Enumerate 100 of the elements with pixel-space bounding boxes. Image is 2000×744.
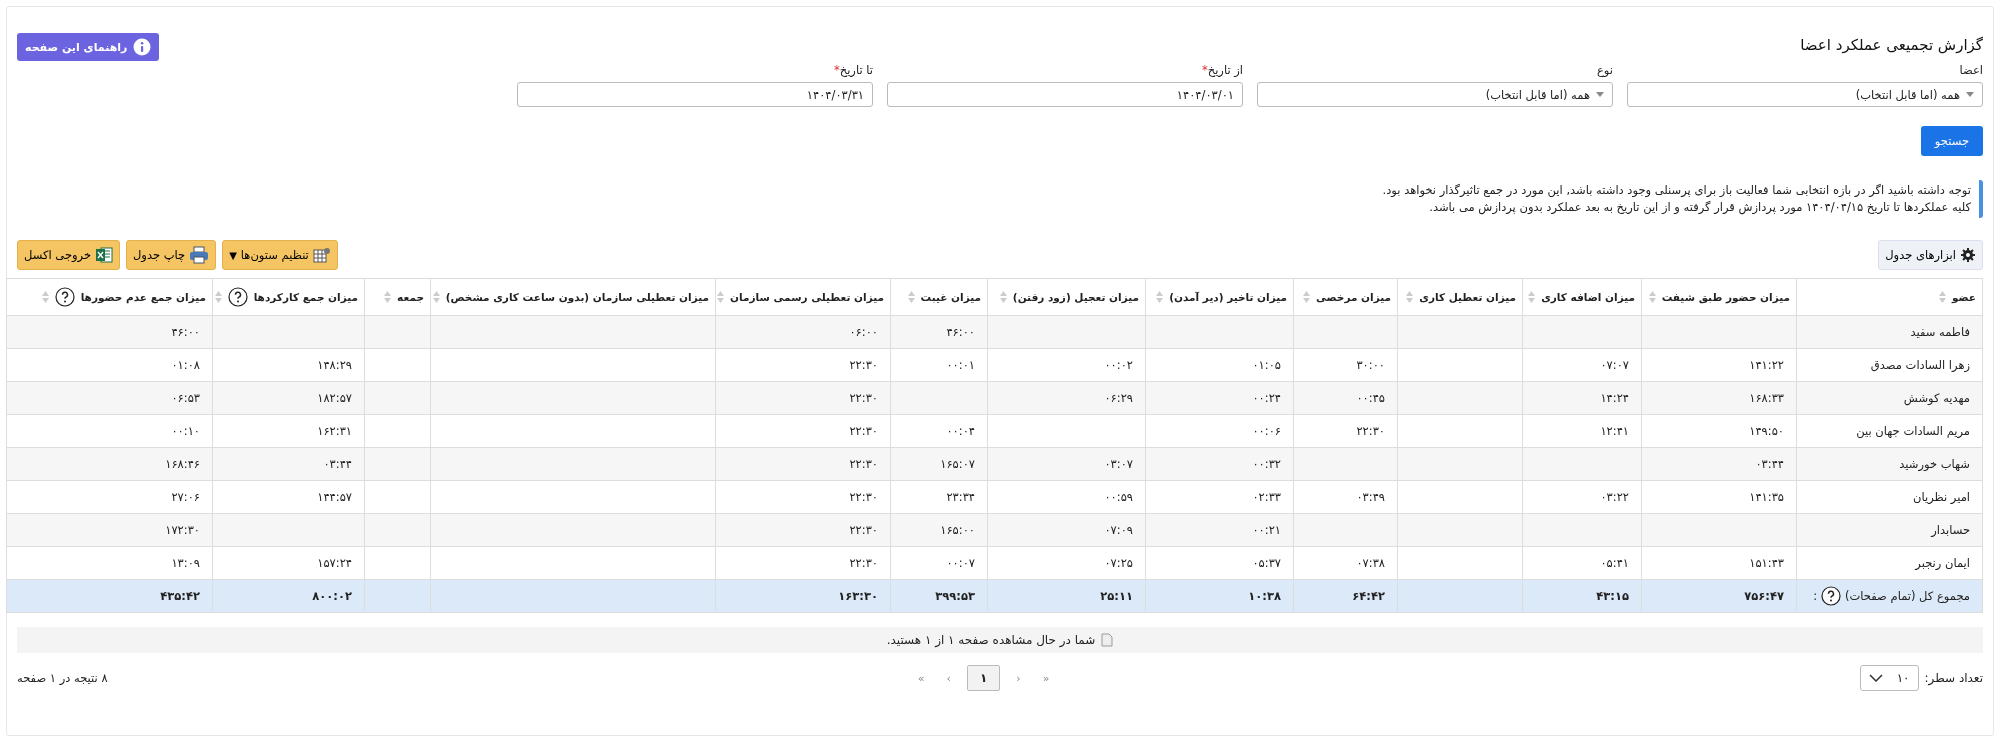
total-cell: ۴۳۵:۴۲ [6,579,213,613]
table-cell: ۴۶:۰۰ [6,315,213,349]
column-header[interactable]: میزان تعطیل کاری [1397,278,1523,316]
table-cell: ۲۲:۳۰ [715,447,891,481]
column-header[interactable]: میزان غیبت [890,278,988,316]
sort-icon [384,290,392,304]
first-page-link[interactable]: « [1036,671,1056,685]
table-cell: ۰۰:۲۴ [1145,381,1294,415]
column-header[interactable]: میزان حضور طبق شیفت [1641,278,1797,316]
table-cell: فاطمه سفید [1796,315,1983,349]
table-cell: ۰۰:۳۲ [1145,447,1294,481]
help-icon[interactable] [1821,586,1842,606]
caret-icon [1596,91,1604,98]
table-cell: ۲۲:۳۰ [715,414,891,448]
table-cell: ۴۶:۰۰ [890,315,988,349]
sort-icon [41,290,49,304]
table-cell: ۰۰:۲۱ [1145,513,1294,547]
column-header[interactable]: میزان تاخیر (دیر آمدن) [1145,278,1294,316]
sort-icon [1406,290,1414,304]
notice-text: توجه داشته باشید اگر در بازه انتخابی شما فعالیت باز برای پرسنلی وجود داشته باشد, این مورد در جمع تاثیرگذار نخواهد بود. [1381,182,1971,199]
column-header[interactable]: جمعه [364,278,431,316]
table-cell: ۰۶:۵۳ [6,381,213,415]
table-cell: ۲۲:۳۰ [715,381,891,415]
search-button[interactable]: جستجو [1920,126,1983,156]
toolbar-button[interactable]: خروجی اکسل [17,240,120,270]
total-cell: ۸۰۰:۰۲ [212,579,365,613]
table-cell: ۰۳:۰۷ [987,447,1146,481]
total-cell: ۱۶۳:۳۰ [715,579,891,613]
table-cell: ۰۰:۰۶ [1145,414,1294,448]
help-icon[interactable] [227,287,248,307]
field-label: از تاریخ* [1200,63,1243,77]
help-icon[interactable] [54,287,75,307]
column-header[interactable]: عضو [1796,278,1983,316]
table-cell: ۱۶۲:۳۱ [212,414,365,448]
colon-text: : [1813,589,1818,603]
select-field[interactable]: همه (اما قابل انتخاب) [1257,82,1613,107]
table-cell: ۱۴۱:۲۲ [1641,348,1797,382]
page-help-button[interactable]: راهنمای این صفحه [17,33,160,61]
column-header[interactable]: میزان مرخصی [1293,278,1398,316]
column-header[interactable]: میزان اضافه کاری [1522,278,1642,316]
table-grid-icon [312,247,331,263]
info-icon [133,38,152,56]
table-cell: شهاب خورشید [1796,447,1983,481]
table-cell: ۰۱:۰۸ [6,348,213,382]
table-cell: ۰۷:۰۷ [1522,348,1642,382]
table-cell: زهرا السادات مصدق [1796,348,1983,382]
document-icon [1101,633,1114,647]
next-page-link[interactable]: › [940,671,957,685]
table-cell: ۰۰:۰۷ [890,546,988,580]
caret-icon [1966,91,1974,98]
table-cell: ۱۳:۰۹ [6,546,213,580]
table-cell: ۱۴۹:۵۰ [1641,414,1797,448]
table-cell: ۰۶:۰۰ [715,315,891,349]
table-cell: ۱۶۵:۰۷ [890,447,988,481]
table-cell: ۰۰:۴۵ [1293,381,1398,415]
last-page-link[interactable]: » [911,671,931,685]
column-header[interactable]: میزان جمع کارکردها [212,278,365,316]
table-cell: ۰۳:۴۴ [1641,447,1797,481]
table-cell: حسابدار [1796,513,1983,547]
table-cell: ۰۳:۴۹ [1293,480,1398,514]
column-header[interactable]: میزان تعجیل (زود رفتن) [987,278,1146,316]
table-cell: ۳۰:۰۰ [1293,348,1398,382]
results-summary: ۸ نتیجه در ۱ صفحه [17,671,108,685]
table-cell: ۰۶:۲۹ [987,381,1146,415]
select-field[interactable]: همه (اما قابل انتخاب) [1627,82,1983,107]
page-title: گزارش تجمیعی عملکرد اعضا [1800,36,1983,54]
table-cell: ۱۵۷:۲۴ [212,546,365,580]
table-cell: ۲۲:۳۰ [715,348,891,382]
page-link[interactable]: ۱ [966,665,1001,691]
table-cell: ۲۲:۳۰ [715,480,891,514]
table-cell: ۱۴۱:۳۵ [1641,480,1797,514]
table-cell: ۰۰:۱۰ [6,414,213,448]
table-cell: ۱۶۸:۳۳ [1641,381,1797,415]
table-tools-button[interactable]: ابزارهای جدول [1878,240,1983,270]
sort-icon [1938,290,1946,304]
table-cell: ۰۳:۴۴ [212,447,365,481]
table-cell: ۰۰:۰۱ [890,348,988,382]
table-cell: ۰۳:۲۲ [1522,480,1642,514]
table-cell: ۱۶۵:۰۰ [890,513,988,547]
table-cell: ۱۴:۲۴ [1522,381,1642,415]
date-field[interactable]: ۱۴۰۴/۰۳/۳۱ [517,82,873,107]
previous-page-link[interactable]: ‹ [1010,671,1027,685]
column-header[interactable]: میزان جمع عدم حضورها [6,278,213,316]
gear-icon [1960,247,1976,263]
table-cell: مریم السادات جهان بین [1796,414,1983,448]
table-cell: ۱۸۲:۵۷ [212,381,365,415]
rows-per-page-select[interactable]: ۱۰ [1859,665,1919,691]
table-cell: ۰۵:۴۱ [1522,546,1642,580]
toolbar-button[interactable]: تنظیم ستون‌ها ▼ [222,240,338,270]
column-header[interactable]: میزان تعطیلی سازمان (بدون ساعت کاری مشخص) [430,278,716,316]
table-cell: امیر نظریان [1796,480,1983,514]
table-cell: ۱۴۴:۵۷ [212,480,365,514]
toolbar-button[interactable]: چاپ جدول [126,240,217,270]
table-cell: مهدیه کوشش [1796,381,1983,415]
date-field[interactable]: ۱۴۰۴/۰۳/۰۱ [887,82,1243,107]
table-cell: ۲۳:۳۴ [890,480,988,514]
table-cell: ایمان رنجبر [1796,546,1983,580]
total-cell: ۷۵۶:۴۷ [1641,579,1797,613]
column-header[interactable]: میزان تعطیلی رسمی سازمان [715,278,891,316]
table-cell: ۰۰:۵۹ [987,480,1146,514]
